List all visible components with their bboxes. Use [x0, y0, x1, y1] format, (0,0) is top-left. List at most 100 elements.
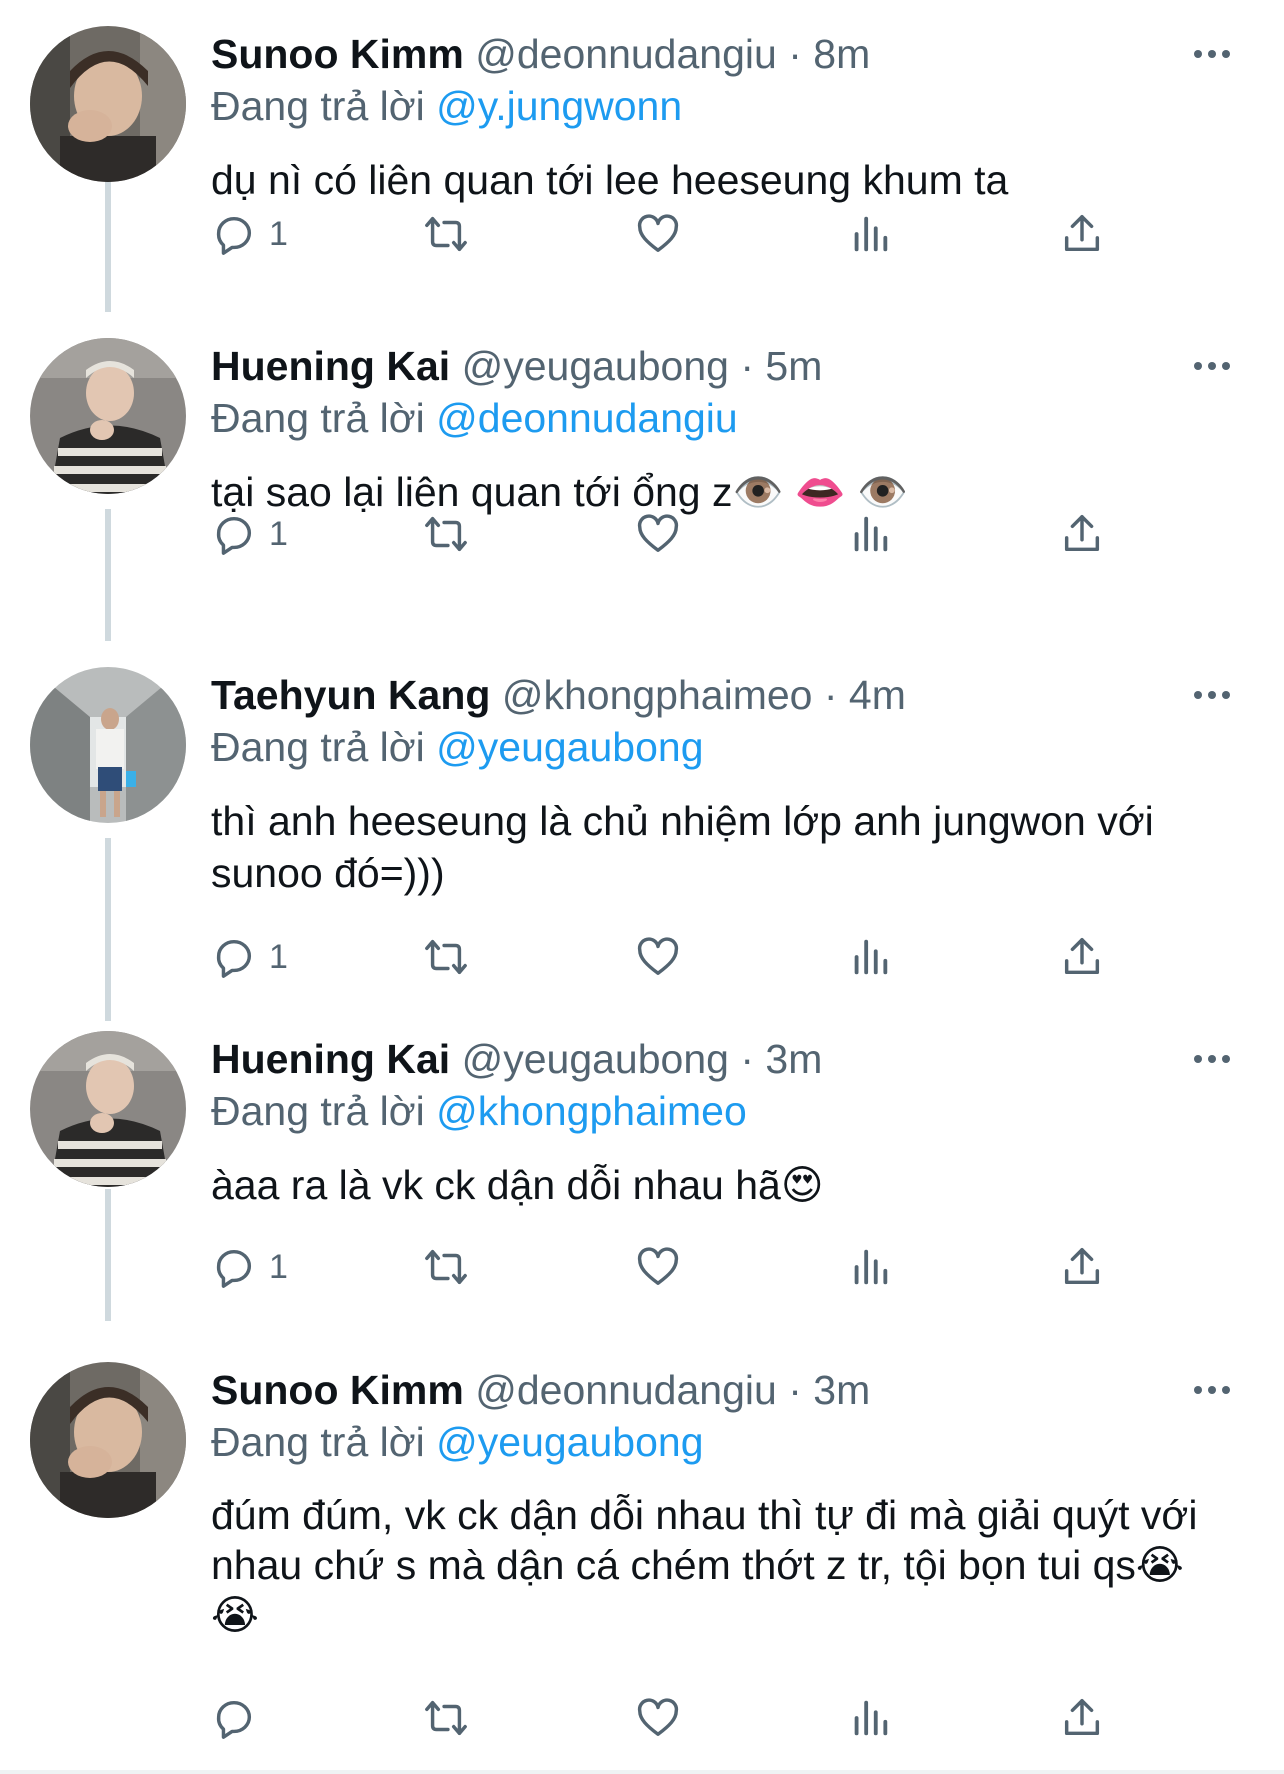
user-handle[interactable]: @deonnudangiu: [475, 31, 777, 77]
stats-icon: [854, 516, 888, 552]
more-icon[interactable]: [1192, 1382, 1232, 1398]
avatar-photo: [30, 1031, 186, 1187]
more-icon[interactable]: [1192, 687, 1232, 703]
display-name[interactable]: Huening Kai: [211, 1036, 450, 1082]
retweet-icon: [425, 1249, 467, 1285]
share-button[interactable]: [1059, 506, 1105, 562]
stats-button[interactable]: [847, 1239, 893, 1295]
tweet-actions: 1: [211, 506, 1211, 562]
reply-button[interactable]: 1: [211, 206, 288, 262]
retweet-icon: [425, 216, 467, 252]
retweet-button[interactable]: [423, 206, 469, 262]
reply-mention[interactable]: @y.jungwonn: [436, 83, 682, 129]
replying-label: Đang trả lời: [211, 395, 425, 441]
retweet-button[interactable]: [423, 1239, 469, 1295]
share-button[interactable]: [1059, 1690, 1105, 1746]
reply-mention[interactable]: @yeugaubong: [436, 1419, 703, 1465]
tweet-header: Taehyun Kang @khongphaimeo · 4m: [211, 667, 906, 723]
reply-count: 1: [269, 214, 288, 253]
replying-to: Đang trả lời @yeugaubong: [211, 1414, 704, 1470]
stats-icon: [854, 1700, 888, 1736]
display-name[interactable]: Sunoo Kimm: [211, 1367, 464, 1413]
reply-icon: [216, 1249, 252, 1288]
tweet-text: thì anh heeseung là chủ nhiệm lớp anh ju…: [211, 798, 1166, 896]
tweet-header: Huening Kai @yeugaubong · 5m: [211, 338, 822, 394]
share-icon: [1064, 938, 1100, 975]
retweet-button[interactable]: [423, 929, 469, 985]
heart-icon: [637, 214, 679, 253]
avatar[interactable]: [30, 26, 186, 182]
tweet-actions: 1: [211, 929, 1211, 985]
user-handle[interactable]: @khongphaimeo: [502, 672, 813, 718]
user-handle[interactable]: @yeugaubong: [462, 343, 729, 389]
retweet-button[interactable]: [423, 506, 469, 562]
share-icon: [1064, 1699, 1100, 1736]
replying-to: Đang trả lời @deonnudangiu: [211, 390, 738, 446]
share-button[interactable]: [1059, 206, 1105, 262]
like-button[interactable]: [635, 1690, 681, 1746]
replying-to: Đang trả lời @yeugaubong: [211, 719, 704, 775]
thread-line: [105, 180, 111, 312]
timestamp[interactable]: 3m: [765, 1036, 822, 1082]
like-button[interactable]: [635, 206, 681, 262]
like-button[interactable]: [635, 506, 681, 562]
reply-mention[interactable]: @yeugaubong: [436, 724, 703, 770]
avatar-photo: [30, 26, 186, 182]
tweet-text: đúm đúm, vk ck dận dỗi nhau thì tự đi mà…: [211, 1492, 1209, 1638]
timestamp[interactable]: 5m: [765, 343, 822, 389]
share-button[interactable]: [1059, 1239, 1105, 1295]
replying-label: Đang trả lời: [211, 83, 425, 129]
stats-button[interactable]: [847, 1690, 893, 1746]
heart-icon: [637, 1698, 679, 1737]
user-handle[interactable]: @deonnudangiu: [475, 1367, 777, 1413]
display-name[interactable]: Taehyun Kang: [211, 672, 490, 718]
avatar[interactable]: [30, 1031, 186, 1187]
heart-icon: [637, 937, 679, 976]
thread-line: [105, 838, 111, 1021]
timestamp[interactable]: 8m: [813, 31, 870, 77]
retweet-button[interactable]: [423, 1690, 469, 1746]
tweet-actions: 1: [211, 1239, 1211, 1295]
stats-button[interactable]: [847, 506, 893, 562]
reply-icon: [216, 939, 252, 978]
separator: ·: [823, 672, 838, 718]
share-icon: [1064, 215, 1100, 252]
tweet-actions: 1: [211, 206, 1211, 262]
share-button[interactable]: [1059, 929, 1105, 985]
timestamp[interactable]: 4m: [849, 672, 906, 718]
stats-button[interactable]: [847, 929, 893, 985]
replying-to: Đang trả lời @khongphaimeo: [211, 1083, 747, 1139]
display-name[interactable]: Huening Kai: [211, 343, 450, 389]
avatar[interactable]: [30, 338, 186, 494]
tweet-header: Sunoo Kimm @deonnudangiu · 3m: [211, 1362, 870, 1418]
tweet-header: Sunoo Kimm @deonnudangiu · 8m: [211, 26, 870, 82]
reply-mention[interactable]: @deonnudangiu: [436, 395, 738, 441]
avatar-photo: [30, 1362, 186, 1518]
reply-button[interactable]: 1: [211, 1239, 288, 1295]
reply-button[interactable]: 1: [211, 929, 288, 985]
more-icon[interactable]: [1192, 1051, 1232, 1067]
reply-mention[interactable]: @khongphaimeo: [436, 1088, 747, 1134]
retweet-icon: [425, 516, 467, 552]
like-button[interactable]: [635, 1239, 681, 1295]
avatar-photo: [30, 667, 186, 823]
timestamp[interactable]: 3m: [813, 1367, 870, 1413]
heart-icon: [637, 1247, 679, 1286]
avatar[interactable]: [30, 1362, 186, 1518]
reply-icon: [216, 516, 252, 555]
avatar[interactable]: [30, 667, 186, 823]
stats-button[interactable]: [847, 206, 893, 262]
replying-to: Đang trả lời @y.jungwonn: [211, 78, 682, 134]
reply-button[interactable]: [211, 1690, 269, 1746]
reply-button[interactable]: 1: [211, 506, 288, 562]
display-name[interactable]: Sunoo Kimm: [211, 31, 464, 77]
more-icon[interactable]: [1192, 358, 1232, 374]
tweet-header: Huening Kai @yeugaubong · 3m: [211, 1031, 822, 1087]
user-handle[interactable]: @yeugaubong: [462, 1036, 729, 1082]
more-icon[interactable]: [1192, 46, 1232, 62]
tweet-thread: Sunoo Kimm @deonnudangiu · 8m Đang trả l…: [0, 0, 1284, 1774]
reply-icon: [216, 1700, 252, 1739]
replying-label: Đang trả lời: [211, 1419, 425, 1465]
like-button[interactable]: [635, 929, 681, 985]
thread-line: [105, 509, 111, 641]
